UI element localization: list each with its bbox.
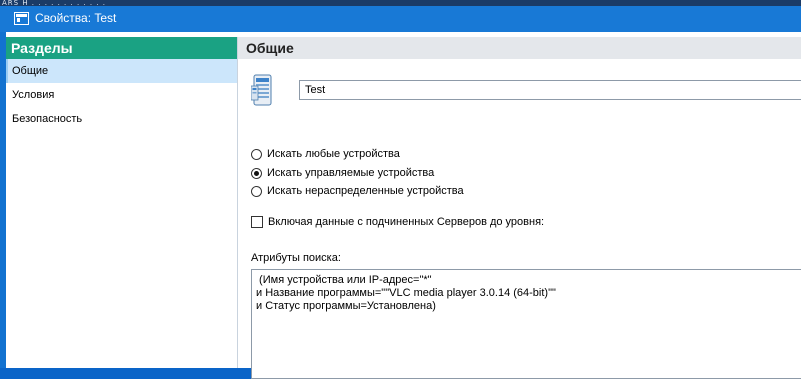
attribute-line: и Статус программы=Установлена) [256, 300, 436, 312]
sections-sidebar: Разделы Общие Условия Безопасность [6, 37, 238, 368]
radio-label: Искать нераспределенные устройства [267, 185, 464, 197]
main-panel: Общие Test Искать любые устройства Искат… [238, 37, 801, 379]
sidebar-item-general[interactable]: Общие [6, 59, 237, 83]
radio-button-selected[interactable] [251, 167, 262, 179]
radio-search-unassigned-devices[interactable]: Искать нераспределенные устройства [251, 182, 464, 200]
include-slave-servers-checkbox[interactable] [251, 216, 263, 228]
search-attributes-label: Атрибуты поиска: [251, 252, 341, 264]
radio-label: Искать управляемые устройства [267, 167, 435, 179]
title-bar[interactable]: Свойства: Test [0, 6, 801, 32]
sidebar-item-security[interactable]: Безопасность [6, 107, 237, 131]
include-slave-servers-label: Включая данные с подчиненных Серверов до… [268, 216, 545, 228]
radio-search-managed-devices[interactable]: Искать управляемые устройства [251, 164, 434, 182]
radio-label: Искать любые устройства [267, 148, 400, 160]
radio-search-any-devices[interactable]: Искать любые устройства [251, 145, 400, 163]
server-group-icon [251, 74, 272, 106]
sidebar-header: Разделы [6, 37, 237, 59]
window-title: Свойства: Test [35, 11, 117, 25]
group-name-field[interactable]: Test [299, 80, 801, 100]
properties-dialog: Разделы Общие Условия Безопасность Общие… [0, 32, 801, 379]
include-slave-servers-option[interactable]: Включая данные с подчиненных Серверов до… [251, 213, 544, 231]
section-title: Общие [238, 37, 801, 59]
window-icon [14, 12, 29, 25]
sidebar-item-conditions[interactable]: Условия [6, 83, 237, 107]
attribute-line: и Название программы=""VLC media player … [256, 287, 556, 299]
search-attributes-box[interactable]: (Имя устройства или IP-адрес="*" и Назван… [251, 269, 801, 379]
radio-button[interactable] [251, 148, 262, 160]
attribute-line: (Имя устройства или IP-адрес="*" [256, 274, 432, 286]
radio-button[interactable] [251, 185, 262, 197]
